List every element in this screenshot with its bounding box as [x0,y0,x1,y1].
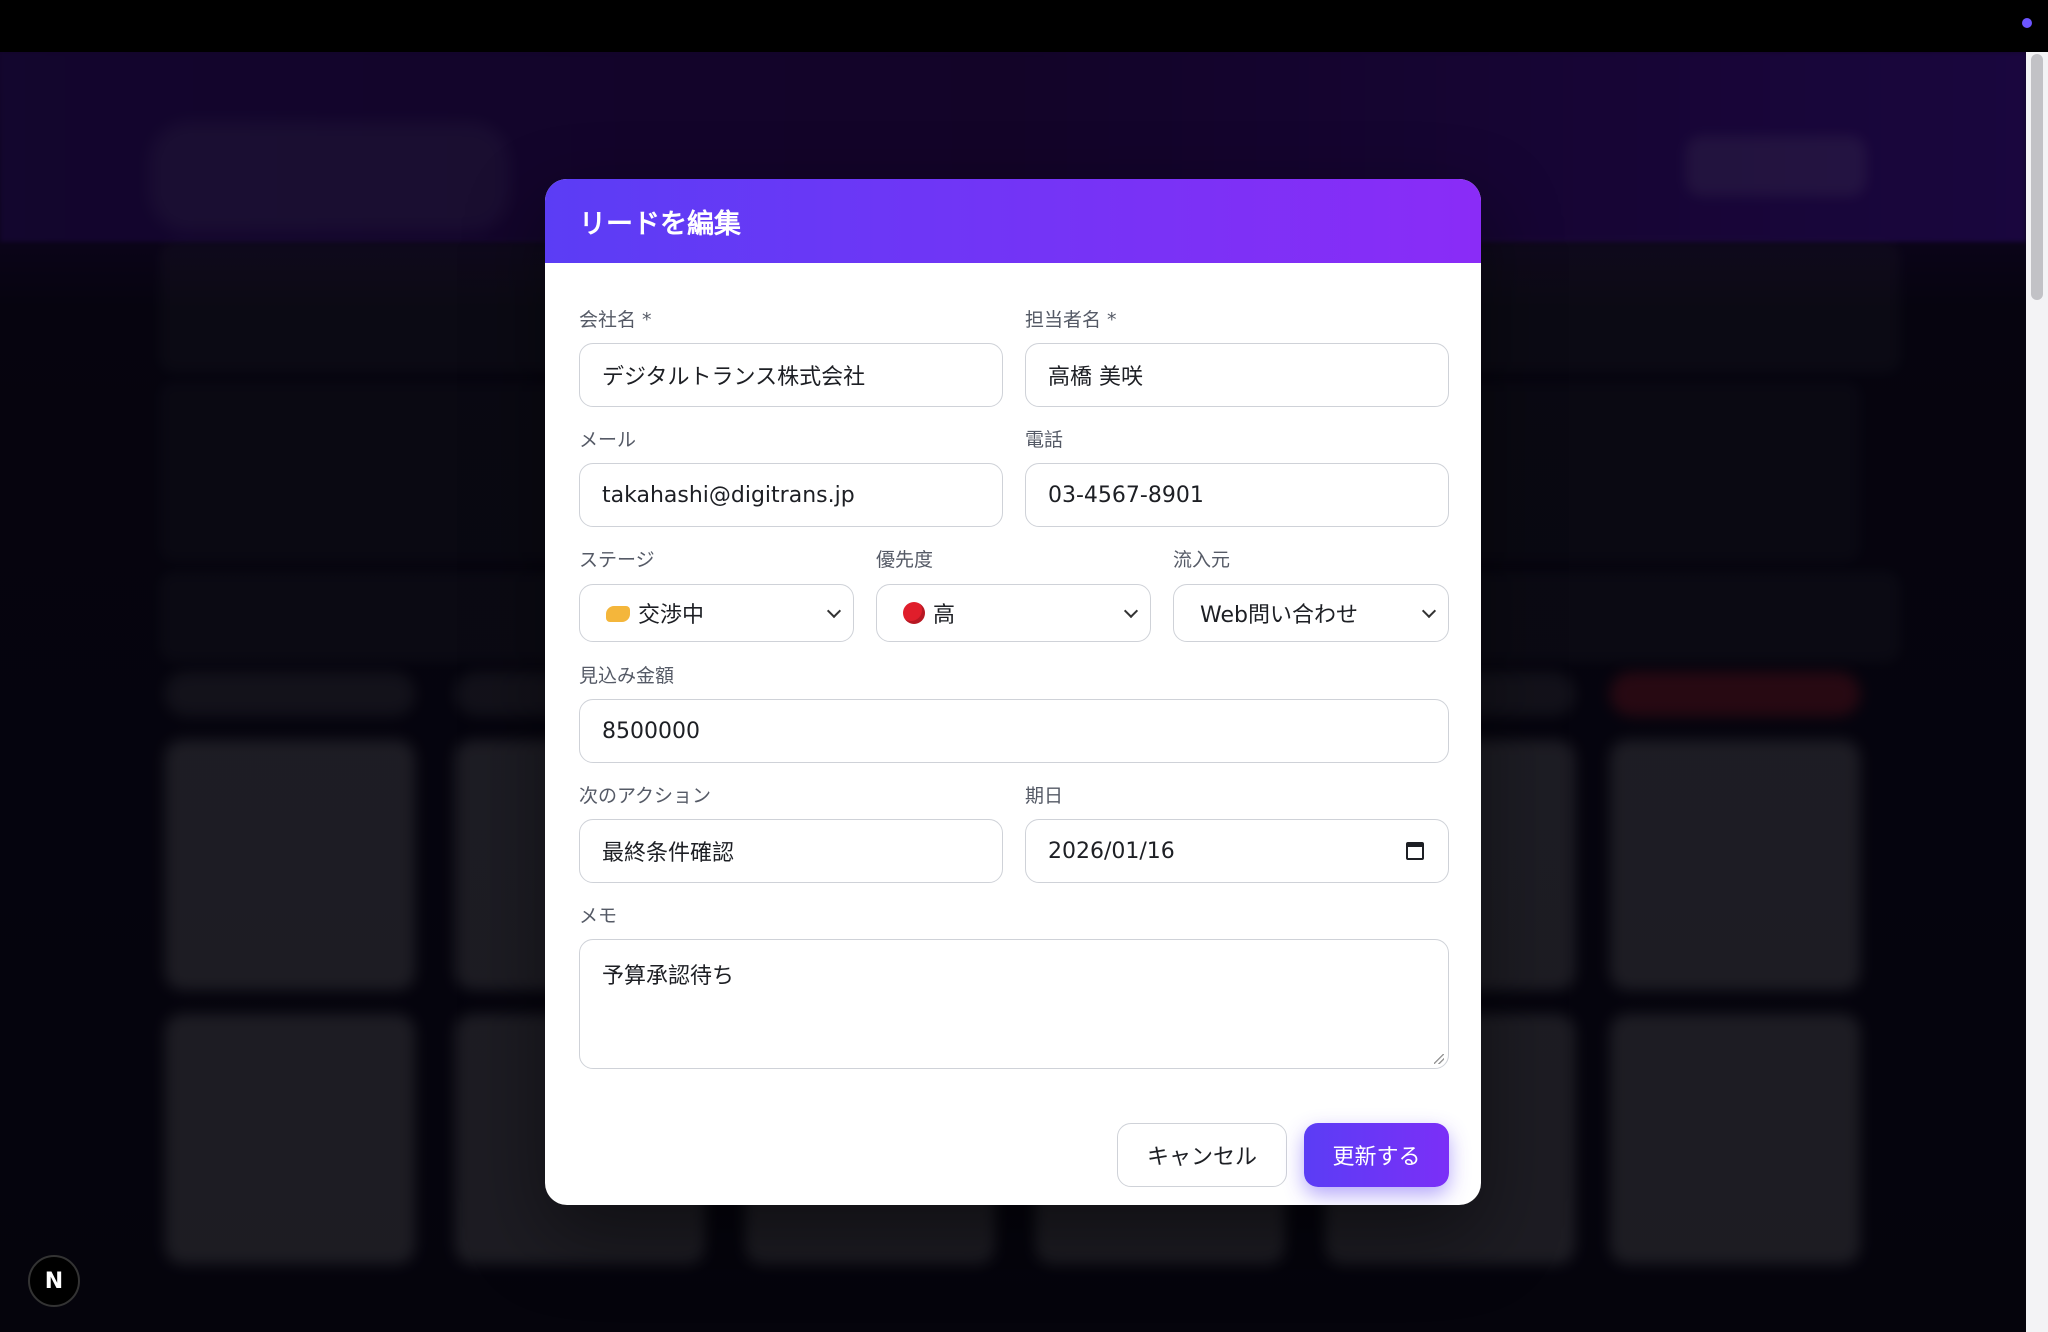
due-date-input[interactable]: 2026/01/16 [1025,819,1449,883]
phone-label: 電話 [1025,429,1064,451]
due-date-label: 期日 [1025,785,1064,807]
nextjs-dev-badge[interactable]: N [28,1255,80,1307]
handshake-icon [606,606,630,622]
memo-textarea[interactable]: 予算承認待ち [579,939,1449,1069]
amount-value: 8500000 [602,718,700,744]
update-button-label: 更新する [1332,1145,1421,1170]
scrollbar-thumb[interactable] [2031,54,2043,300]
phone-value: 03-4567-8901 [1048,482,1204,508]
resize-handle-icon[interactable] [1434,1054,1444,1064]
edit-lead-modal: リードを編集 会社名 * デジタルトランス株式会社 担当者名 * 高橋 美咲 メ… [545,179,1481,1205]
company-value: デジタルトランス株式会社 [602,365,866,390]
phone-input[interactable]: 03-4567-8901 [1025,463,1449,527]
email-value: takahashi@digitrans.jp [602,482,855,508]
modal-header: リードを編集 [545,179,1481,263]
company-input[interactable]: デジタルトランス株式会社 [579,343,1003,407]
next-action-label: 次のアクション [579,785,712,807]
stage-label: ステージ [579,549,655,571]
company-label: 会社名 * [579,309,652,331]
chevron-down-icon [1421,603,1437,619]
cancel-button[interactable]: キャンセル [1117,1123,1287,1187]
memo-label: メモ [579,905,618,927]
email-label: メール [579,429,637,451]
email-input[interactable]: takahashi@digitrans.jp [579,463,1003,527]
amount-input[interactable]: 8500000 [579,699,1449,763]
amount-label: 見込み金額 [579,665,675,687]
update-button[interactable]: 更新する [1304,1123,1449,1187]
nextjs-badge-letter: N [44,1268,64,1294]
stage-value: 交渉中 [638,603,705,628]
contact-value: 高橋 美咲 [1048,365,1143,390]
priority-value: 高 [933,603,956,628]
chevron-down-icon [826,603,842,619]
chevron-down-icon [1123,603,1139,619]
source-select[interactable]: Web問い合わせ [1173,584,1449,642]
source-label: 流入元 [1173,549,1231,571]
contact-input[interactable]: 高橋 美咲 [1025,343,1449,407]
browser-top-bar [0,0,2048,52]
cancel-button-label: キャンセル [1146,1145,1257,1170]
calendar-icon[interactable] [1406,842,1424,860]
priority-select[interactable]: 高 [876,584,1151,642]
priority-label: 優先度 [876,549,934,571]
next-action-input[interactable]: 最終条件確認 [579,819,1003,883]
next-action-value: 最終条件確認 [602,841,735,866]
page-scrollbar[interactable] [2026,52,2048,1332]
stage-select[interactable]: 交渉中 [579,584,854,642]
due-date-value: 2026/01/16 [1048,838,1175,864]
red-circle-icon [903,602,925,624]
modal-title: リードを編集 [579,208,741,240]
contact-label: 担当者名 * [1025,309,1117,331]
status-dot-icon [2022,18,2032,28]
source-value: Web問い合わせ [1200,603,1358,628]
memo-value: 予算承認待ち [602,964,735,989]
